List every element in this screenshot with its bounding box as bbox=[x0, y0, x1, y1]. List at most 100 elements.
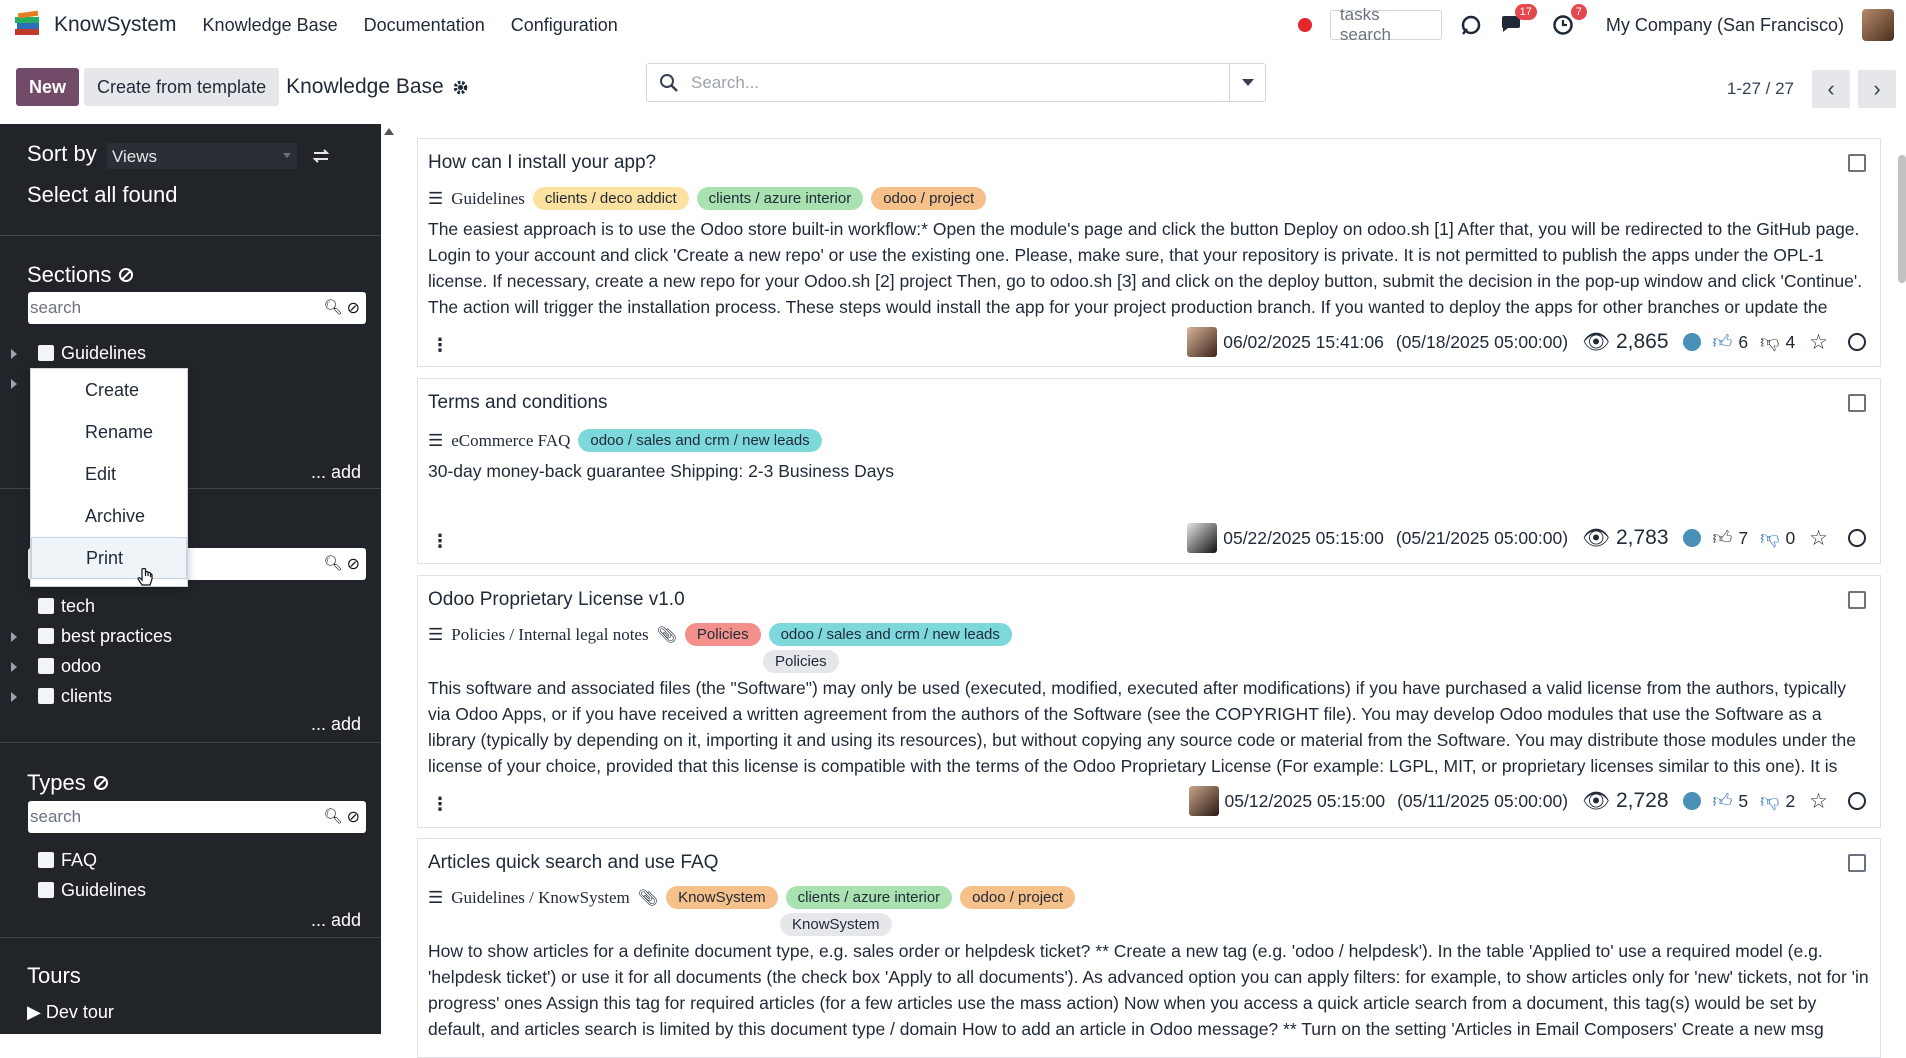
article-checkbox[interactable] bbox=[1848, 154, 1866, 172]
tree-checkbox[interactable] bbox=[38, 598, 54, 614]
pager-next-button[interactable]: › bbox=[1858, 70, 1896, 108]
article-checkbox[interactable] bbox=[1848, 591, 1866, 609]
article-card[interactable]: Terms and conditions ☰ eCommerce FAQ odo… bbox=[417, 378, 1881, 564]
more-actions-icon[interactable]: ⋮ bbox=[431, 531, 449, 552]
scroll-up-icon[interactable] bbox=[384, 128, 394, 135]
search-options-toggle[interactable] bbox=[1229, 64, 1265, 101]
expand-icon[interactable] bbox=[11, 662, 17, 672]
tasks-search-input[interactable]: tasks search bbox=[1329, 5, 1442, 44]
article-date: 05/12/2025 05:15:00 bbox=[1224, 790, 1386, 811]
star-icon[interactable]: ☆ bbox=[1809, 789, 1828, 814]
tags-add-link[interactable]: ... add bbox=[311, 714, 361, 735]
search-placeholder: Search... bbox=[691, 72, 760, 92]
context-menu-archive[interactable]: Archive bbox=[31, 495, 187, 537]
dislike-icon[interactable]: 👎︎ bbox=[1760, 331, 1779, 354]
company-switcher[interactable]: My Company (San Francisco) bbox=[1606, 15, 1844, 36]
tree-checkbox[interactable] bbox=[38, 345, 54, 361]
article-title[interactable]: How can I install your app? bbox=[428, 152, 656, 174]
article-card[interactable]: Odoo Proprietary License v1.0 ☰ Policies… bbox=[417, 575, 1881, 828]
article-card[interactable]: Articles quick search and use FAQ ☰ Guid… bbox=[417, 838, 1881, 1058]
like-icon[interactable]: 👍︎ bbox=[1713, 331, 1733, 354]
gear-icon[interactable] bbox=[452, 79, 469, 96]
pager-previous-button[interactable]: ‹ bbox=[1812, 70, 1850, 108]
search-icon[interactable]: 🔍︎ bbox=[324, 298, 343, 318]
record-dot-icon[interactable] bbox=[1297, 18, 1312, 32]
more-actions-icon[interactable]: ⋮ bbox=[431, 794, 449, 815]
search-bar[interactable]: Search... bbox=[646, 63, 1266, 102]
globe-icon[interactable] bbox=[1682, 333, 1701, 351]
context-menu-print[interactable]: Print bbox=[31, 537, 187, 579]
sidebar-divider bbox=[0, 742, 381, 743]
expand-icon[interactable] bbox=[11, 632, 17, 642]
article-title[interactable]: Terms and conditions bbox=[428, 392, 608, 414]
tree-item-odoo[interactable]: odoo bbox=[0, 651, 381, 681]
dislike-icon[interactable]: 👎︎ bbox=[1760, 790, 1779, 813]
tour-item-dev-tour[interactable]: ▶ Dev tour bbox=[27, 1002, 114, 1023]
clear-icon[interactable]: ⊘ bbox=[347, 554, 360, 574]
article-title[interactable]: Odoo Proprietary License v1.0 bbox=[428, 589, 685, 611]
tree-checkbox[interactable] bbox=[38, 688, 54, 704]
article-likes: 6 bbox=[1738, 331, 1749, 352]
article-card[interactable]: How can I install your app? ☰ Guidelines… bbox=[417, 138, 1881, 367]
history-icon[interactable] bbox=[1848, 333, 1866, 351]
like-icon[interactable]: 👍︎ bbox=[1713, 790, 1733, 813]
tree-item-faq[interactable]: FAQ bbox=[0, 845, 381, 875]
sections-search-input[interactable]: search 🔍︎ ⊘ bbox=[28, 292, 366, 324]
like-icon[interactable]: 👍︎ bbox=[1713, 527, 1733, 550]
app-logo[interactable]: KnowSystem bbox=[12, 9, 177, 41]
search-icon[interactable]: 🔍︎ bbox=[324, 554, 343, 574]
article-likes: 7 bbox=[1738, 527, 1749, 548]
types-add-link[interactable]: ... add bbox=[311, 910, 361, 931]
context-menu-edit[interactable]: Edit bbox=[31, 453, 187, 495]
create-from-template-button[interactable]: Create from template bbox=[84, 68, 280, 106]
tree-checkbox[interactable] bbox=[38, 882, 54, 898]
tree-checkbox[interactable] bbox=[38, 628, 54, 644]
search-icon[interactable]: 🔍︎ bbox=[324, 807, 343, 827]
new-button[interactable]: New bbox=[16, 68, 80, 106]
sort-select[interactable]: Views bbox=[107, 143, 297, 169]
refresh-icon[interactable] bbox=[1460, 14, 1482, 36]
tree-item-guidelines[interactable]: Guidelines bbox=[0, 338, 381, 368]
context-menu-create[interactable]: Create bbox=[31, 369, 187, 411]
user-avatar[interactable] bbox=[1862, 9, 1894, 41]
expand-icon[interactable] bbox=[11, 349, 17, 359]
tree-item-clients[interactable]: clients bbox=[0, 681, 381, 711]
pager-value[interactable]: 1-27 / 27 bbox=[1727, 79, 1794, 99]
sidebar-divider bbox=[0, 235, 381, 236]
history-icon[interactable] bbox=[1848, 792, 1866, 810]
article-body: The easiest approach is to use the Odoo … bbox=[428, 219, 1863, 317]
tree-checkbox[interactable] bbox=[38, 658, 54, 674]
activities-button[interactable]: 7 bbox=[1552, 4, 1587, 36]
main-scrollbar[interactable] bbox=[1898, 155, 1906, 283]
messages-button[interactable]: 17 bbox=[1500, 4, 1537, 36]
context-menu-rename[interactable]: Rename bbox=[31, 411, 187, 453]
clear-icon[interactable]: ⊘ bbox=[347, 298, 360, 318]
clear-icon[interactable] bbox=[119, 268, 134, 282]
clear-icon[interactable] bbox=[93, 776, 108, 790]
select-all-found[interactable]: Select all found bbox=[27, 182, 177, 208]
article-title[interactable]: Articles quick search and use FAQ bbox=[428, 852, 718, 874]
article-dislikes: 0 bbox=[1785, 527, 1796, 548]
star-icon[interactable]: ☆ bbox=[1809, 330, 1828, 355]
sections-add-link[interactable]: ... add bbox=[311, 462, 361, 483]
swap-order-icon[interactable] bbox=[312, 148, 330, 164]
tree-item-guidelines-type[interactable]: Guidelines bbox=[0, 875, 381, 905]
article-checkbox[interactable] bbox=[1848, 394, 1866, 412]
star-icon[interactable]: ☆ bbox=[1809, 526, 1828, 551]
tree-item-best-practices[interactable]: best practices bbox=[0, 621, 381, 651]
types-search-input[interactable]: search 🔍︎ ⊘ bbox=[28, 801, 366, 833]
expand-icon[interactable] bbox=[11, 692, 17, 702]
menu-documentation[interactable]: Documentation bbox=[364, 15, 485, 36]
menu-knowledge-base[interactable]: Knowledge Base bbox=[203, 15, 338, 36]
tree-item-tech[interactable]: tech bbox=[0, 591, 381, 621]
menu-configuration[interactable]: Configuration bbox=[511, 15, 618, 36]
tree-checkbox[interactable] bbox=[38, 852, 54, 868]
dislike-icon[interactable]: 👎︎ bbox=[1760, 527, 1779, 550]
article-checkbox[interactable] bbox=[1848, 854, 1866, 872]
expand-icon[interactable] bbox=[11, 379, 17, 389]
clear-icon[interactable]: ⊘ bbox=[347, 807, 360, 827]
globe-icon[interactable] bbox=[1682, 792, 1701, 810]
more-actions-icon[interactable]: ⋮ bbox=[431, 335, 449, 356]
history-icon[interactable] bbox=[1848, 529, 1866, 547]
globe-icon[interactable] bbox=[1682, 529, 1701, 547]
